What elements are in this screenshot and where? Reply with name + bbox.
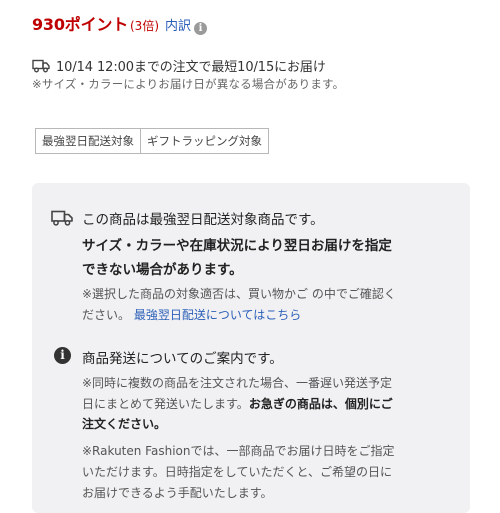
shipping-para1-line1: ※同時に複数の商品を注文された場合、一番遅い発送予定 xyxy=(82,376,393,390)
shipping-para1-line2: 日にまとめて発送いたします。お急ぎの商品は、個別にご xyxy=(82,395,393,412)
points-amount: 930ポイント xyxy=(32,15,128,34)
info-icon: i xyxy=(54,347,71,364)
truck-icon xyxy=(32,59,50,72)
delivery-note: ※サイズ・カラーによりお届け日が異なる場合があります。 xyxy=(32,77,345,91)
delivery-info-panel: この商品は最強翌日配送対象商品です。 サイズ・カラーや在庫状況により翌日お届けを… xyxy=(32,183,470,513)
next-day-delivery-link[interactable]: 最強翌日配送についてはこちら xyxy=(134,308,301,322)
tag-gift-wrapping: ギフトラッピング対象 xyxy=(141,128,269,154)
shipping-para2-line1: ※Rakuten Fashionでは、一部商品でお届け日時をご指定 xyxy=(82,444,395,458)
shipping-info-title: 商品発送についてのご案内です。 xyxy=(82,351,283,367)
tag-next-day-delivery: 最強翌日配送対象 xyxy=(35,128,141,154)
delivery-text: 10/14 12:00までの注文で最短10/15にお届け xyxy=(56,60,326,75)
next-day-warning-line1: サイズ・カラーや在庫状況により翌日お届けを指定 xyxy=(82,238,392,254)
shipping-para2-line3: お届けできるよう手配いたします。 xyxy=(82,486,273,500)
info-icon[interactable]: i xyxy=(194,22,208,35)
service-tags: 最強翌日配送対象 ギフトラッピング対象 xyxy=(35,128,269,154)
points-multiplier: (3倍) xyxy=(130,19,159,33)
points-breakdown-link[interactable]: 内訳 xyxy=(165,15,191,34)
shipping-para1-bold-cont: 注文ください。 xyxy=(82,417,167,431)
next-day-note-line1: ※選択した商品の対象適否は、買い物かご の中でご確認く xyxy=(82,287,396,301)
next-day-title: この商品は最強翌日配送対象商品です。 xyxy=(82,212,324,228)
shipping-para1-line3: 注文ください。 xyxy=(82,415,166,432)
delivery-estimate: 10/14 12:00までの注文で最短10/15にお届け xyxy=(32,56,326,75)
truck-icon xyxy=(51,210,73,226)
shipping-para1-plain: 日にまとめて発送いたします。 xyxy=(82,397,249,411)
next-day-warning-line2: できない場合があります。 xyxy=(82,262,243,278)
shipping-para1-bold: お急ぎの商品は、個別にご xyxy=(248,397,393,411)
points-row: 930ポイント (3倍) 内訳 i xyxy=(32,11,208,35)
shipping-para2-line2: いただけます。日時指定をしていただくと、ご希望の日に xyxy=(82,465,392,479)
next-day-note-prefix: ださい。 xyxy=(82,308,131,322)
next-day-note-line2: ださい。 最強翌日配送についてはこちら xyxy=(82,306,301,323)
